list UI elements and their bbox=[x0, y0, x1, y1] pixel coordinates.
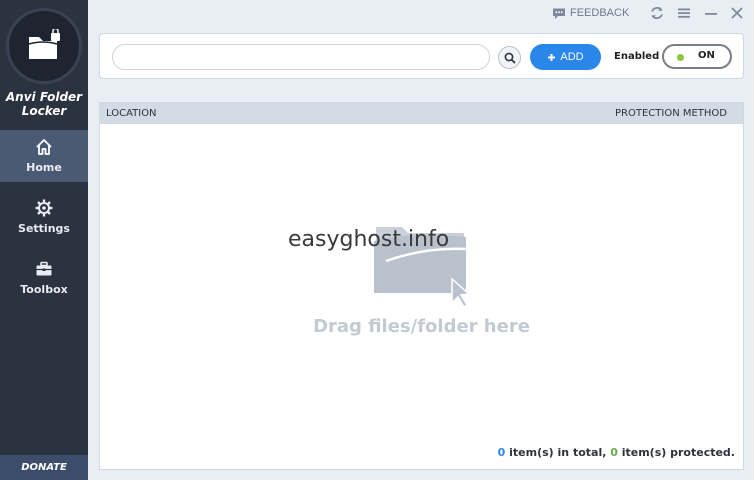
folder-lock-icon bbox=[28, 29, 60, 59]
protected-items-list[interactable]: LOCATION PROTECTION METHOD easyghost.inf… bbox=[99, 102, 744, 470]
donate-button[interactable]: DONATE bbox=[0, 455, 88, 480]
protected-item-count: 0 bbox=[610, 446, 618, 459]
search-input[interactable] bbox=[112, 44, 490, 70]
enabled-label: Enabled bbox=[614, 51, 660, 62]
column-header-protection-method[interactable]: PROTECTION METHOD bbox=[615, 108, 727, 119]
home-icon bbox=[36, 139, 52, 155]
add-button-label: ADD bbox=[560, 51, 584, 63]
minimize-icon[interactable] bbox=[702, 4, 720, 22]
watermark-text: easyghost.info bbox=[288, 227, 450, 252]
gear-icon bbox=[35, 199, 53, 217]
plus-icon bbox=[548, 53, 556, 61]
sidebar-item-label: Settings bbox=[18, 222, 70, 235]
toolbar: ADD Enabled ON bbox=[99, 33, 744, 79]
refresh-icon[interactable] bbox=[648, 4, 666, 22]
close-icon[interactable] bbox=[728, 4, 746, 22]
sidebar-item-label: Home bbox=[26, 161, 62, 174]
sidebar-item-settings[interactable]: Settings bbox=[0, 191, 88, 243]
sidebar-item-toolbox[interactable]: Toolbox bbox=[0, 252, 88, 304]
drop-zone-hint: Drag files/folder here bbox=[313, 316, 530, 337]
toggle-state-label: ON bbox=[698, 50, 715, 61]
app-title: Anvi Folder Locker bbox=[0, 90, 88, 118]
toggle-status-dot bbox=[677, 54, 684, 61]
sidebar-item-home[interactable]: Home bbox=[0, 130, 88, 182]
toolbox-icon bbox=[36, 261, 52, 276]
app-logo bbox=[6, 8, 82, 84]
list-header: LOCATION PROTECTION METHOD bbox=[100, 103, 743, 124]
feedback-button[interactable]: FEEDBACK bbox=[552, 5, 629, 21]
app-title-line2: Locker bbox=[21, 104, 67, 118]
sidebar-item-label: Toolbox bbox=[20, 283, 68, 296]
status-summary: 0 item(s) in total, 0 item(s) protected. bbox=[498, 446, 735, 459]
feedback-icon bbox=[553, 8, 565, 19]
sidebar: Anvi Folder Locker Home Settings Toolbox… bbox=[0, 0, 88, 480]
protection-toggle[interactable]: ON bbox=[662, 44, 732, 69]
add-button[interactable]: ADD bbox=[530, 44, 601, 70]
menu-icon[interactable] bbox=[675, 4, 693, 22]
column-header-location[interactable]: LOCATION bbox=[106, 108, 157, 119]
search-button[interactable] bbox=[498, 46, 521, 69]
search-icon bbox=[504, 52, 516, 64]
protected-item-text: item(s) protected. bbox=[617, 446, 735, 459]
feedback-label: FEEDBACK bbox=[570, 7, 630, 19]
total-item-text: item(s) in total, bbox=[505, 446, 611, 459]
app-title-line1: Anvi Folder bbox=[5, 90, 83, 104]
